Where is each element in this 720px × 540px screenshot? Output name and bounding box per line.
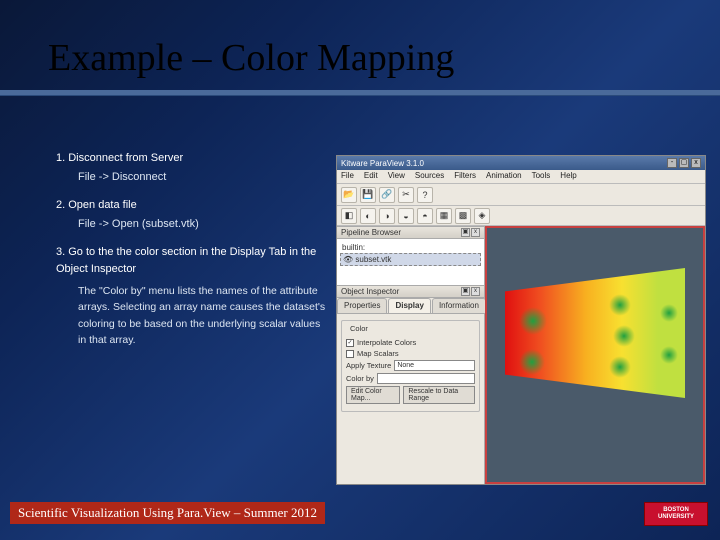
menu-bar: File Edit View Sources Filters Animation… <box>337 170 705 184</box>
color-group: Color ✓ Interpolate Colors Map Scalars A… <box>341 320 480 412</box>
filter-icon[interactable]: ◑ <box>379 208 395 224</box>
step-title: 1. Disconnect from Server <box>56 150 326 167</box>
inspector-header: Object Inspector ▣ x <box>337 285 484 298</box>
slide-title: Example – Color Mapping <box>48 36 454 80</box>
interpolate-label: Interpolate Colors <box>357 338 416 347</box>
viz-blob <box>660 304 678 322</box>
filter-icon[interactable]: ◧ <box>341 208 357 224</box>
panel-undock-button[interactable]: ▣ <box>461 228 470 237</box>
panel-close-button[interactable]: x <box>471 228 480 237</box>
connect-icon[interactable]: 🔗 <box>379 187 395 203</box>
inspector-tabs: Properties Display Information <box>337 298 484 314</box>
pipeline-header-text: Pipeline Browser <box>341 228 401 237</box>
viz-blob <box>609 356 631 378</box>
open-icon[interactable]: 📂 <box>341 187 357 203</box>
menu-filters[interactable]: Filters <box>454 171 476 182</box>
panel-close-button[interactable]: x <box>471 287 480 296</box>
footer-bar: Scientific Visualization Using Para.View… <box>10 502 325 524</box>
paraview-body: Pipeline Browser ▣ x builtin: 👁 subset.v… <box>337 226 705 484</box>
left-panel: Pipeline Browser ▣ x builtin: 👁 subset.v… <box>337 226 485 484</box>
viz-blob <box>613 325 635 347</box>
interpolate-row: ✓ Interpolate Colors <box>346 338 475 347</box>
filter-icon[interactable]: ◒ <box>398 208 414 224</box>
viz-blob <box>519 349 545 375</box>
filter-icon[interactable]: ◓ <box>417 208 433 224</box>
toolbar-filters: ◧ ◐ ◑ ◒ ◓ ▦ ▩ ◈ <box>337 206 705 226</box>
colorby-row: Color by <box>346 373 475 384</box>
inspector-header-text: Object Inspector <box>341 287 399 296</box>
step-3: 3. Go to the the color section in the Di… <box>56 244 326 348</box>
pipeline-root[interactable]: builtin: <box>340 242 481 253</box>
logo-line1: BOSTON <box>663 507 689 514</box>
interpolate-checkbox[interactable]: ✓ <box>346 339 354 347</box>
tab-properties[interactable]: Properties <box>337 298 387 313</box>
menu-view[interactable]: View <box>388 171 405 182</box>
step-body: The "Color by" menu lists the names of t… <box>56 283 326 348</box>
minimize-button[interactable]: - <box>667 158 677 168</box>
maximize-button[interactable]: ▢ <box>679 158 689 168</box>
window-title-text: Kitware ParaView 3.1.0 <box>341 159 424 168</box>
object-inspector: Properties Display Information Color ✓ I… <box>337 298 484 484</box>
menu-edit[interactable]: Edit <box>364 171 378 182</box>
close-button[interactable]: x <box>691 158 701 168</box>
mapscalars-row: Map Scalars <box>346 349 475 358</box>
panel-undock-button[interactable]: ▣ <box>461 287 470 296</box>
menu-help[interactable]: Help <box>560 171 576 182</box>
apply-texture-select[interactable]: None <box>394 360 475 371</box>
viz-blob <box>519 307 547 335</box>
disconnect-icon[interactable]: ✂ <box>398 187 414 203</box>
steps-list: 1. Disconnect from Server File -> Discon… <box>56 150 326 360</box>
logo-line2: UNIVERSITY <box>658 514 694 521</box>
step-2: 2. Open data file File -> Open (subset.v… <box>56 197 326 232</box>
step-1: 1. Disconnect from Server File -> Discon… <box>56 150 326 185</box>
colorby-select[interactable] <box>377 373 475 384</box>
pipeline-item[interactable]: 👁 subset.vtk <box>340 253 481 266</box>
panel-buttons: ▣ x <box>461 228 480 237</box>
menu-animation[interactable]: Animation <box>486 171 522 182</box>
tab-information[interactable]: Information <box>432 298 486 313</box>
edit-colormap-button[interactable]: Edit Color Map... <box>346 386 400 404</box>
viz-blob <box>609 294 631 316</box>
viz-blob <box>660 346 678 364</box>
visualization-mesh <box>505 268 685 398</box>
filter-icon[interactable]: ◈ <box>474 208 490 224</box>
mapscalars-checkbox[interactable] <box>346 350 354 358</box>
window-titlebar: Kitware ParaView 3.1.0 - ▢ x <box>337 156 705 170</box>
texture-row: Apply Texture None <box>346 360 475 371</box>
display-panel: Color ✓ Interpolate Colors Map Scalars A… <box>337 314 484 484</box>
step-title: 2. Open data file <box>56 197 326 214</box>
boston-university-logo: BOSTON UNIVERSITY <box>644 502 708 526</box>
mapscalars-label: Map Scalars <box>357 349 399 358</box>
save-icon[interactable]: 💾 <box>360 187 376 203</box>
window-buttons: - ▢ x <box>667 158 701 168</box>
panel-buttons: ▣ x <box>461 287 480 296</box>
menu-tools[interactable]: Tools <box>532 171 551 182</box>
pipeline-header: Pipeline Browser ▣ x <box>337 226 484 239</box>
filter-icon[interactable]: ▩ <box>455 208 471 224</box>
pipeline-item-label: subset.vtk <box>355 255 391 264</box>
filter-icon[interactable]: ◐ <box>360 208 376 224</box>
colorby-label: Color by <box>346 374 374 383</box>
paraview-window: Kitware ParaView 3.1.0 - ▢ x File Edit V… <box>336 155 706 485</box>
title-underline-2 <box>0 95 720 96</box>
tab-display[interactable]: Display <box>388 298 430 313</box>
step-command: File -> Disconnect <box>56 169 326 186</box>
rescale-button[interactable]: Rescale to Data Range <box>403 386 475 404</box>
menu-sources[interactable]: Sources <box>415 171 444 182</box>
apply-texture-label: Apply Texture <box>346 361 391 370</box>
menu-file[interactable]: File <box>341 171 354 182</box>
color-group-title: Color <box>348 324 370 333</box>
pipeline-browser[interactable]: builtin: 👁 subset.vtk <box>337 239 484 285</box>
toolbar-main: 📂 💾 🔗 ✂ ? <box>337 184 705 206</box>
filter-icon[interactable]: ▦ <box>436 208 452 224</box>
step-title: 3. Go to the the color section in the Di… <box>56 244 326 277</box>
help-icon[interactable]: ? <box>417 187 433 203</box>
render-view[interactable] <box>485 226 705 484</box>
step-command: File -> Open (subset.vtk) <box>56 216 326 233</box>
colormap-buttons-row: Edit Color Map... Rescale to Data Range <box>346 386 475 404</box>
